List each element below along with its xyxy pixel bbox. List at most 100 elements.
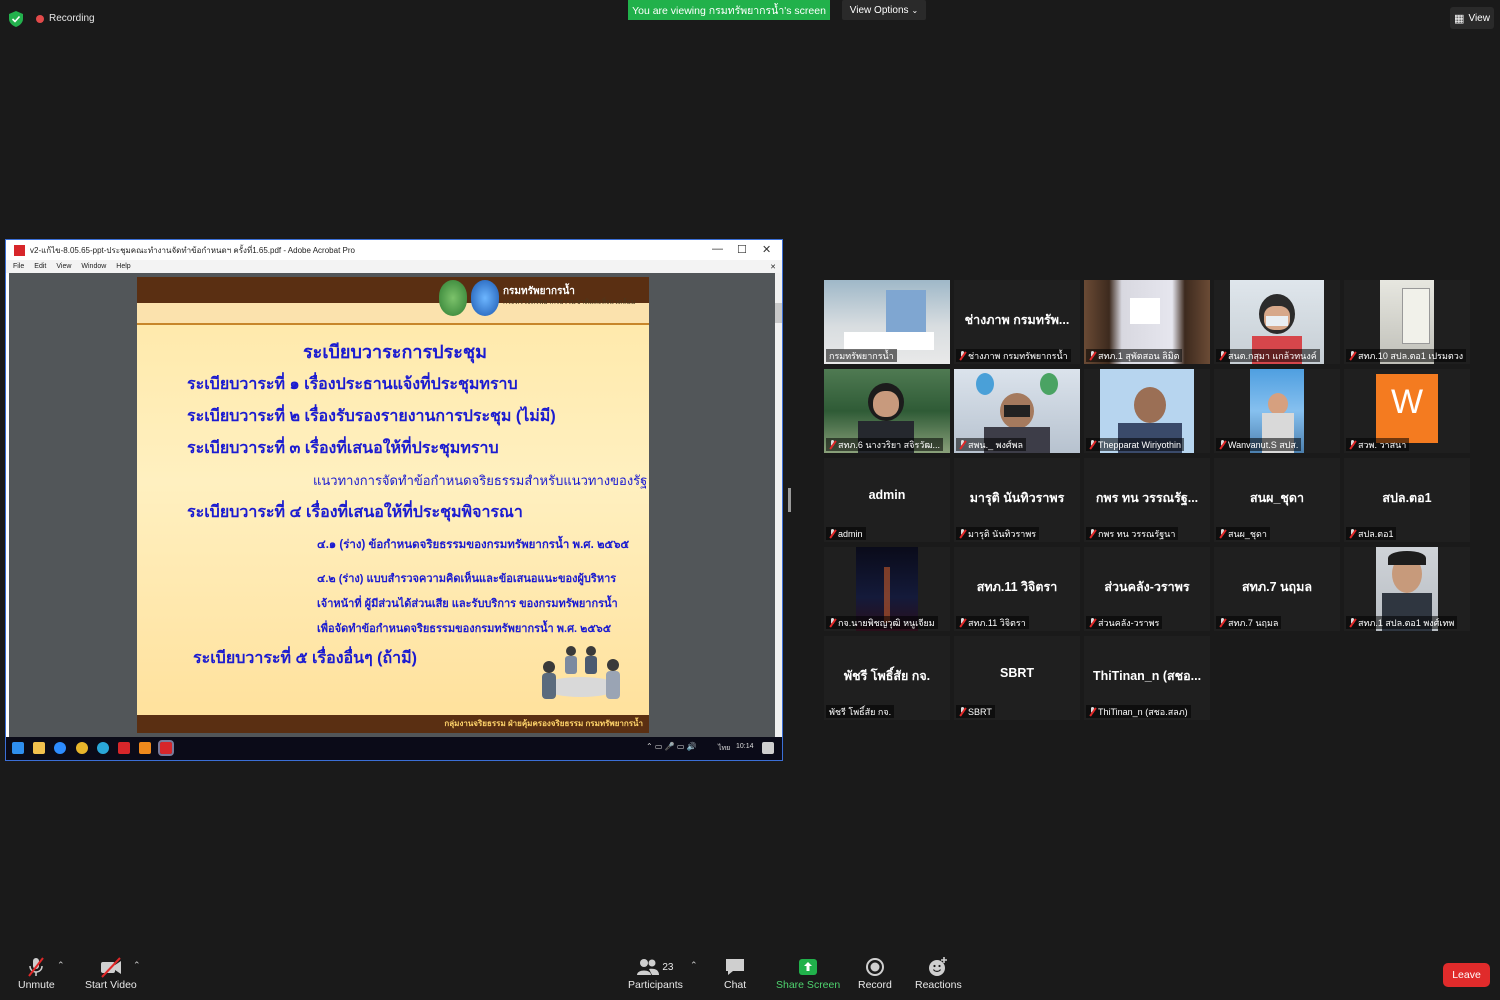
- participant-tile[interactable]: สทภ.1 สุพัตสอน ลิมิต: [1084, 280, 1210, 364]
- participant-name-label: Thepparat Wiriyothin: [1086, 438, 1185, 451]
- microphone-muted-icon: [1089, 707, 1096, 716]
- scrollbar-thumb[interactable]: [775, 303, 782, 323]
- share-screen-icon: [799, 959, 818, 975]
- pdf-icon: [14, 244, 25, 256]
- close-icon[interactable]: ✕: [762, 243, 771, 256]
- leave-button[interactable]: Leave: [1443, 963, 1490, 987]
- participant-name-label: กรมทรัพยากรน้ำ: [826, 349, 897, 362]
- menu-view[interactable]: View: [56, 263, 71, 270]
- participant-tile[interactable]: สทภ.1 สปล.ตอ1 พงศ์เทพ: [1344, 547, 1470, 631]
- unmute-button[interactable]: Unmute: [18, 955, 55, 991]
- participant-tile[interactable]: สนต.กสุมา แกล้วทนงค์: [1214, 280, 1340, 364]
- participant-tile[interactable]: SBRT SBRT: [954, 636, 1080, 720]
- participant-tile[interactable]: พัชรี โพธิ์สัย กจ. พัชรี โพธิ์สัย กจ.: [824, 636, 950, 720]
- participant-tile[interactable]: กจ.นายพิชญวุฒิ หนูเจียม: [824, 547, 950, 631]
- taskbar-language[interactable]: ไทย: [718, 743, 730, 754]
- start-video-button[interactable]: Start Video: [85, 955, 137, 991]
- menu-help[interactable]: Help: [116, 263, 130, 270]
- microphone-muted-icon: [1349, 529, 1356, 538]
- microphone-muted-icon: [959, 440, 966, 449]
- system-tray-icons[interactable]: ⌃ ▭ 🎤 ▭ 🔊: [646, 742, 697, 751]
- microphone-muted-icon: [959, 351, 966, 360]
- participant-tile[interactable]: Wanvanut.S สปส.: [1214, 369, 1340, 453]
- view-options-button[interactable]: View Options ⌄: [842, 0, 926, 20]
- acrobat-active-icon[interactable]: [158, 740, 174, 756]
- royal-emblem-logo: [439, 280, 467, 316]
- participant-tile[interactable]: สพน._ พงศ์พล: [954, 369, 1080, 453]
- participant-name: สพน._ พงศ์พล: [968, 439, 1024, 450]
- participants-caret-icon[interactable]: ⌃: [690, 960, 698, 971]
- participant-name: สทภ.10 สปล.ตอ1 เปรมตวง: [1358, 350, 1464, 361]
- chat-button[interactable]: Chat: [724, 955, 746, 991]
- participant-display-name: สปล.ตอ1: [1382, 491, 1432, 505]
- acrobat-icon[interactable]: [118, 742, 130, 754]
- participant-tile[interactable]: ช่างภาพ กรมทรัพ... ช่างภาพ กรมทรัพยากรน้ำ: [954, 280, 1080, 364]
- participant-tile[interactable]: สทภ.7 นฤมล สทภ.7 นฤมล: [1214, 547, 1340, 631]
- menu-edit[interactable]: Edit: [34, 263, 46, 270]
- chrome-icon[interactable]: [76, 742, 88, 754]
- participant-tile[interactable]: admin admin: [824, 458, 950, 542]
- participant-tile[interactable]: สปล.ตอ1 สปล.ตอ1: [1344, 458, 1470, 542]
- participant-tile[interactable]: สนผ_ชุดา สนผ_ชุดา: [1214, 458, 1340, 542]
- participant-name: สนผ_ชุดา: [1228, 528, 1267, 539]
- microphone-muted-icon: [1349, 440, 1356, 449]
- participant-tile[interactable]: สทภ.10 สปล.ตอ1 เปรมตวง: [1344, 280, 1470, 364]
- acrobat-window-title: v2-แก้ไข-8.05.65-ppt-ประชุมคณะทำงานจัดทำ…: [30, 245, 355, 255]
- participant-tile[interactable]: กพร ทน วรรณรัฐ... กพร ทน วรรณรัฐนา: [1084, 458, 1210, 542]
- record-button[interactable]: Record: [858, 955, 892, 991]
- maximize-icon[interactable]: ☐: [737, 243, 747, 256]
- participant-name-label: สพน._ พงศ์พล: [956, 438, 1027, 451]
- participant-name-label: สปล.ตอ1: [1346, 527, 1397, 540]
- microphone-muted-icon: [829, 618, 836, 627]
- panel-splitter-handle[interactable]: [788, 488, 791, 512]
- participant-tile[interactable]: W สวพ. วาสนา: [1344, 369, 1470, 453]
- participant-tile[interactable]: ส่วนคลัง-วราพร ส่วนคลัง-วราพร: [1084, 547, 1210, 631]
- minimize-icon[interactable]: —: [712, 243, 723, 255]
- participant-name: ส่วนคลัง-วราพร: [1098, 617, 1160, 628]
- participant-display-name: ช่างภาพ กรมทรัพ...: [964, 313, 1070, 327]
- participant-name-label: กพร ทน วรรณรัฐนา: [1086, 527, 1179, 540]
- vlc-icon[interactable]: [139, 742, 151, 754]
- microphone-muted-icon: [1219, 440, 1226, 449]
- participant-name-label: สวพ. วาสนา: [1346, 438, 1410, 451]
- video-options-caret-icon[interactable]: ⌃: [133, 960, 141, 971]
- agenda-item-3-sub: แนวทางการจัดทำข้อกำหนดจริยธรรมสำหรับแนวท…: [313, 473, 648, 488]
- view-label: View: [1468, 12, 1490, 24]
- slide-footer: กลุ่มงานจริยธรรม ฝ่ายคุ้มครองจริยธรรม กร…: [137, 715, 649, 733]
- menu-window[interactable]: Window: [81, 263, 106, 270]
- document-scrollbar[interactable]: [775, 273, 782, 737]
- share-screen-button[interactable]: Share Screen: [776, 955, 840, 991]
- view-layout-button[interactable]: ▦ View: [1450, 7, 1494, 29]
- reactions-smiley-icon: [929, 957, 948, 976]
- taskbar-clock[interactable]: 10:14: [736, 743, 754, 750]
- recording-indicator[interactable]: Recording: [36, 13, 95, 24]
- participant-tile[interactable]: สทภ.6 นางวริยา สจิรวัฒ...: [824, 369, 950, 453]
- participants-button[interactable]: 23 Participants: [628, 955, 683, 991]
- menu-file[interactable]: File: [13, 263, 24, 270]
- agenda-item-5: ระเบียบวาระที่ ๕ เรื่องอื่นๆ (ถ้ามี): [193, 650, 417, 667]
- participant-name-label: สทภ.1 สุพัตสอน ลิมิต: [1086, 349, 1183, 362]
- notification-icon[interactable]: [762, 742, 774, 754]
- security-shield-icon[interactable]: [9, 11, 23, 27]
- participant-tile[interactable]: Thepparat Wiriyothin: [1084, 369, 1210, 453]
- menu-close-icon[interactable]: ✕: [770, 263, 776, 271]
- windows-start-icon[interactable]: [12, 742, 24, 754]
- zoom-app-icon[interactable]: [54, 742, 66, 754]
- participant-display-name: ThiTinan_n (สชอ...: [1092, 669, 1202, 683]
- participant-tile[interactable]: กรมทรัพยากรน้ำ: [824, 280, 950, 364]
- participant-name-label: มารุติ นันทิวราพร: [956, 527, 1040, 540]
- participant-name: สทภ.1 สปล.ตอ1 พงศ์เทพ: [1358, 617, 1455, 628]
- reactions-button[interactable]: Reactions: [915, 955, 962, 991]
- file-explorer-icon[interactable]: [33, 742, 45, 754]
- audio-options-caret-icon[interactable]: ⌃: [57, 960, 65, 971]
- recording-label: Recording: [49, 13, 95, 24]
- participant-tile[interactable]: มารุติ นันทิวราพร มารุติ นันทิวราพร: [954, 458, 1080, 542]
- microphone-muted-icon: [1219, 529, 1226, 538]
- reactions-label: Reactions: [915, 979, 962, 991]
- participant-tile[interactable]: ThiTinan_n (สชอ... ThiTinan_n (สชอ.สลภ): [1084, 636, 1210, 720]
- participant-name-label: ส่วนคลัง-วราพร: [1086, 616, 1163, 629]
- recording-dot-icon: [36, 14, 44, 23]
- participant-tile[interactable]: สทภ.11 วิจิตรา สทภ.11 วิจิตรา: [954, 547, 1080, 631]
- edge-icon[interactable]: [97, 742, 109, 754]
- microphone-muted-icon: [1089, 618, 1096, 627]
